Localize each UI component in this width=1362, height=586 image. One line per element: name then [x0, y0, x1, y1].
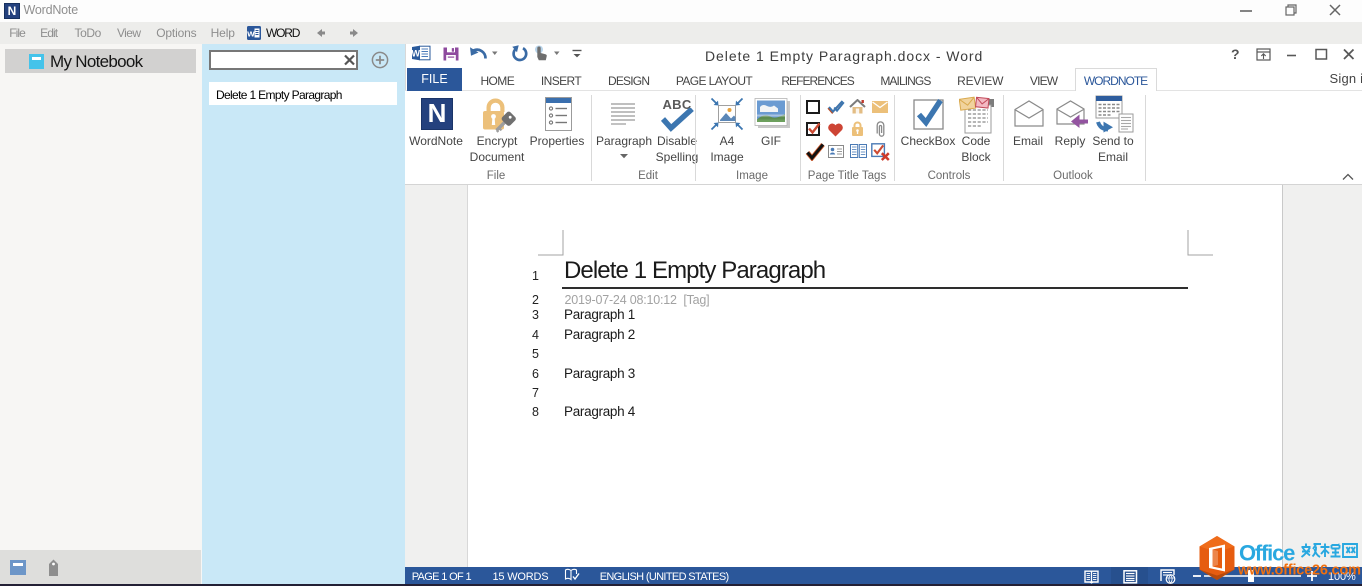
svg-text:w: w	[247, 29, 255, 40]
svg-text:W: W	[412, 48, 420, 58]
svg-text:?: ?	[1231, 46, 1240, 62]
svg-text:www.office26.com: www.office26.com	[1237, 563, 1361, 579]
